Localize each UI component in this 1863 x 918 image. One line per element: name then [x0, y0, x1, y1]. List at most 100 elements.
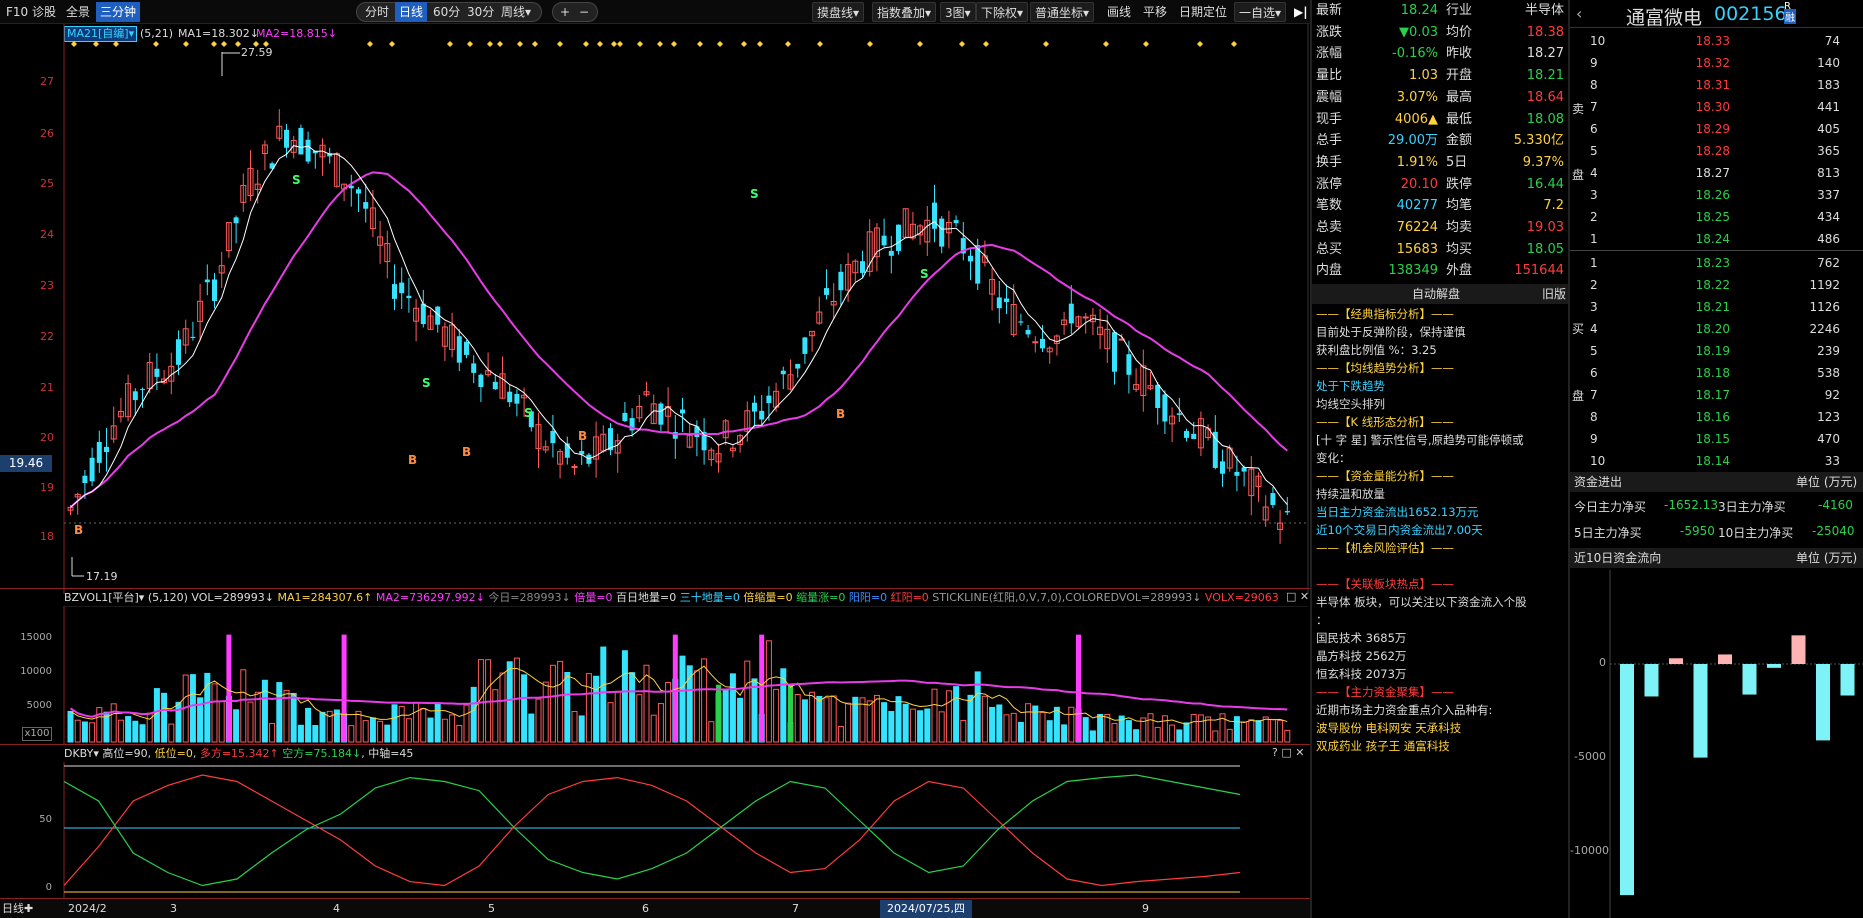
- volume-chart[interactable]: [0, 606, 1310, 744]
- volume-bar: [557, 660, 564, 743]
- buy-order-row[interactable]: 4 18.20 2246: [1570, 319, 1863, 340]
- tool-3charts[interactable]: 3图▾: [940, 2, 976, 22]
- signal-diamond: [113, 41, 119, 47]
- signal-diamond: [697, 41, 703, 47]
- stock-code: 002156: [1714, 3, 1787, 25]
- sell-order-row[interactable]: 4 18.27 813: [1570, 163, 1863, 184]
- volume-bar: [312, 725, 319, 743]
- tool-coord[interactable]: 普通坐标▾: [1030, 2, 1095, 22]
- price-tick: 21: [40, 381, 54, 394]
- signal-diamond: [487, 41, 493, 47]
- collapse-icon[interactable]: ▶|: [1290, 2, 1312, 22]
- signal-diamond: [183, 41, 189, 47]
- buy-order-row[interactable]: 3 18.21 1126: [1570, 297, 1863, 318]
- order-volume: 92: [1824, 388, 1840, 402]
- candle-body: [1004, 298, 1009, 303]
- maximize-icon[interactable]: □: [1286, 590, 1296, 603]
- auto-analysis-tab[interactable]: 自动解盘: [1412, 284, 1460, 304]
- sell-order-row[interactable]: 3 18.26 337: [1570, 185, 1863, 206]
- vol-beiliang: 倍量=0: [574, 591, 613, 604]
- buy-order-row[interactable]: 8 18.16 123: [1570, 407, 1863, 428]
- sell-order-row[interactable]: 1 18.24 486: [1570, 229, 1863, 250]
- sell-order-row[interactable]: 5 18.28 365: [1570, 141, 1863, 162]
- candle-body: [752, 402, 757, 412]
- order-volume: 470: [1817, 432, 1840, 446]
- dkby-chart[interactable]: [0, 762, 1310, 898]
- tab-fenshi[interactable]: 分时: [361, 2, 393, 22]
- close-icon[interactable]: ✕: [1295, 746, 1304, 759]
- fund-flow-chart[interactable]: [1570, 570, 1863, 918]
- buy-order-row[interactable]: 1 18.23 762: [1570, 253, 1863, 274]
- maximize-icon[interactable]: □: [1281, 746, 1291, 759]
- overview-button[interactable]: 全景: [62, 2, 94, 22]
- vol-indicator-name[interactable]: BZVOL1[平台]▾: [64, 591, 144, 604]
- candle-body: [932, 202, 937, 229]
- candlesticks: [67, 109, 1290, 544]
- quote-label: 外盘: [1446, 263, 1473, 279]
- signal-diamond: [917, 41, 923, 47]
- analysis-line: 双成药业 孩子王 通富科技: [1316, 739, 1450, 753]
- buy-order-row[interactable]: 9 18.15 470: [1570, 429, 1863, 450]
- dkby-indicator-name[interactable]: DKBY▾: [64, 747, 99, 760]
- quote-value: -0.16%: [1392, 46, 1438, 62]
- tab-rixian[interactable]: 日线: [395, 2, 428, 22]
- volume-bar: [931, 688, 938, 743]
- order-level: 4: [1590, 166, 1598, 180]
- zoom-control: + −: [552, 2, 598, 22]
- tool-pan[interactable]: 平移: [1139, 2, 1171, 22]
- buy-order-row[interactable]: 7 18.17 92: [1570, 385, 1863, 406]
- quote-label: 换手: [1316, 154, 1343, 170]
- zoom-in-button[interactable]: +: [556, 2, 574, 22]
- candle-body: [492, 381, 498, 390]
- old-version-tab[interactable]: 旧版: [1542, 284, 1566, 304]
- period-dropdown[interactable]: 日线✚: [2, 902, 33, 916]
- help-icon[interactable]: ?: [1272, 746, 1278, 759]
- volume-bar: [650, 714, 657, 743]
- buy-order-row[interactable]: 6 18.18 538: [1570, 363, 1863, 384]
- volume-bar: [1082, 717, 1089, 743]
- volume-bar: [578, 715, 585, 743]
- tool-watchlist[interactable]: 一自选▾: [1234, 2, 1287, 22]
- back-icon[interactable]: ‹: [1576, 4, 1582, 23]
- tool-date-locate[interactable]: 日期定位: [1175, 2, 1231, 22]
- kline-chart[interactable]: B S B S B S B S B S: [0, 24, 1310, 594]
- analysis-line: ——【资金量能分析】——: [1316, 469, 1454, 483]
- zoom-out-button[interactable]: −: [575, 2, 593, 22]
- buy-order-row[interactable]: 5 18.19 239: [1570, 341, 1863, 362]
- buy-order-row[interactable]: 10 18.14 33: [1570, 451, 1863, 472]
- volume-bar: [1010, 712, 1017, 743]
- toolbar: F10 诊股 全景 三分钟 分时 日线 60分 30分 周线▾ + − 摸盘线▾…: [0, 0, 1310, 24]
- sell-order-row[interactable]: 9 18.32 140: [1570, 53, 1863, 74]
- sell-order-row[interactable]: 2 18.25 434: [1570, 207, 1863, 228]
- buy-order-row[interactable]: 2 18.22 1192: [1570, 275, 1863, 296]
- candle-body: [298, 127, 304, 155]
- volume-bar: [506, 661, 513, 743]
- quote-label: 现手: [1316, 111, 1343, 127]
- tab-30min[interactable]: 30分: [463, 2, 498, 22]
- volume-bar: [593, 675, 600, 743]
- highlight-volume-bar: [226, 634, 232, 742]
- tool-draw[interactable]: 画线: [1103, 2, 1135, 22]
- volume-bar: [996, 704, 1003, 743]
- tool-exright[interactable]: 下除权▾: [976, 2, 1029, 22]
- tool-index-overlay[interactable]: 指数叠加▾: [872, 2, 937, 22]
- order-level: 5: [1590, 144, 1598, 158]
- sell-order-row[interactable]: 7 18.30 441: [1570, 97, 1863, 118]
- close-icon[interactable]: ✕: [1300, 590, 1309, 603]
- period-3min-button[interactable]: 三分钟: [96, 2, 141, 22]
- tool-moxian[interactable]: 摸盘线▾: [812, 2, 865, 22]
- sell-order-row[interactable]: 8 18.31 183: [1570, 75, 1863, 96]
- analysis-line: ——【主力资金聚集】——: [1316, 685, 1454, 699]
- sell-order-row[interactable]: 10 18.33 74: [1570, 31, 1863, 52]
- sell-order-row[interactable]: 6 18.29 405: [1570, 119, 1863, 140]
- signal-diamond: [1103, 41, 1109, 47]
- signal-diamond: [1043, 41, 1049, 47]
- price-tick: 25: [40, 177, 54, 190]
- analysis-line: ——【K 线形态分析】——: [1316, 415, 1454, 429]
- tab-60min[interactable]: 60分: [429, 2, 464, 22]
- tab-zhouxian[interactable]: 周线▾: [497, 2, 535, 22]
- diagnose-button[interactable]: 诊股: [28, 2, 60, 22]
- candle-body: [766, 395, 772, 404]
- volume-bar: [1154, 726, 1161, 743]
- volume-bar: [974, 671, 981, 743]
